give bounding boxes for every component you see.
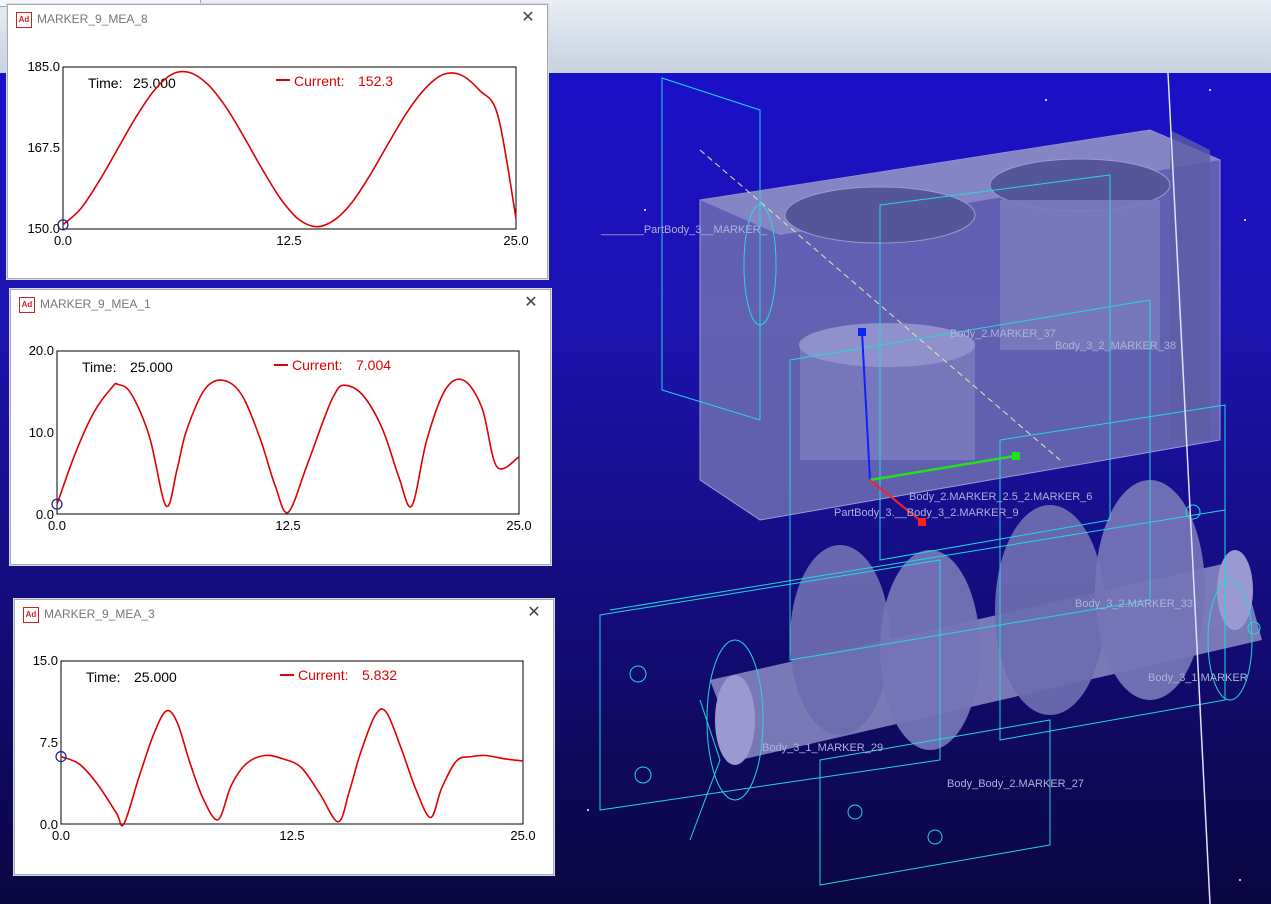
plot-chart: 185.0 167.5 150.0 0.0 12.5 25.0 Time: 25… <box>27 59 528 248</box>
current-value: 152.3 <box>358 73 393 89</box>
x-tick-label: 25.0 <box>503 233 528 248</box>
plot-area <box>60 660 524 825</box>
crank-web-2 <box>880 550 980 750</box>
y-tick-label: 20.0 <box>29 343 54 358</box>
plot-area <box>56 350 520 515</box>
current-label: Current: <box>298 667 349 683</box>
marker-label-38: Body_3_2_MARKER_38 <box>1055 340 1177 352</box>
marker-label-9: PartBody_3.__Body_3_2.MARKER_9 <box>834 507 1019 519</box>
current-label: Current: <box>292 357 343 373</box>
time-value: 25.000 <box>130 359 173 375</box>
x-tick-label: 0.0 <box>54 233 72 248</box>
time-value: 25.000 <box>133 75 176 91</box>
plot-area <box>62 66 517 230</box>
marker-label-37: Body_2.MARKER_37 <box>950 328 1056 340</box>
x-tick-label: 25.0 <box>510 828 535 843</box>
marker-label-27: Body_Body_2.MARKER_27 <box>947 778 1084 790</box>
plot-window-mea1[interactable]: Ad MARKER_9_MEA_1 ✕ 20.0 10.0 0.0 0.0 12… <box>10 289 551 565</box>
crank-web-1 <box>790 545 890 735</box>
marker-label-33: Body_3_2.MARKER_33 <box>1075 598 1194 610</box>
plot-window-mea3[interactable]: Ad MARKER_9_MEA_3 ✕ 15.0 7.5 0.0 0.0 12.… <box>14 599 554 875</box>
crank-end-right <box>1217 550 1253 630</box>
plot-chart: 15.0 7.5 0.0 0.0 12.5 25.0 Time: 25.000 … <box>33 653 536 843</box>
x-tick-label: 0.0 <box>52 828 70 843</box>
x-tick-label: 12.5 <box>275 518 300 533</box>
x-tick-label: 12.5 <box>276 233 301 248</box>
x-tick-label: 0.0 <box>48 518 66 533</box>
y-tick-label: 10.0 <box>29 425 54 440</box>
time-label: Time: <box>82 359 116 375</box>
marker-label-3-1: Body_3_1.MARKER <box>1148 672 1248 684</box>
y-tick-label: 15.0 <box>33 653 58 668</box>
marker-label-29: Body_3_1_MARKER_29 <box>762 742 884 754</box>
current-value: 7.004 <box>356 357 391 373</box>
x-tick-label: 12.5 <box>279 828 304 843</box>
plot-window-mea8[interactable]: Ad MARKER_9_MEA_8 ✕ 185.0 167.5 150.0 0.… <box>7 4 548 279</box>
y-tick-label: 7.5 <box>40 735 58 750</box>
marker-label-6: Body_2.MARKER_2.5_2.MARKER_6 <box>909 491 1093 503</box>
piston-1-top <box>799 323 975 367</box>
time-value: 25.000 <box>134 669 177 685</box>
engine-block-side <box>1170 130 1210 440</box>
y-tick-label: 167.5 <box>27 140 60 155</box>
time-label: Time: <box>86 669 120 685</box>
crank-end-left <box>715 675 755 765</box>
y-tick-label: 185.0 <box>27 59 60 74</box>
current-label: Current: <box>294 73 345 89</box>
x-tick-label: 25.0 <box>506 518 531 533</box>
marker-label-partbody: _______PartBody_3__MARKER_ <box>601 224 767 236</box>
plot-chart: 20.0 10.0 0.0 0.0 12.5 25.0 Time: 25.000… <box>29 343 532 533</box>
time-label: Time: <box>88 75 122 91</box>
current-value: 5.832 <box>362 667 397 683</box>
